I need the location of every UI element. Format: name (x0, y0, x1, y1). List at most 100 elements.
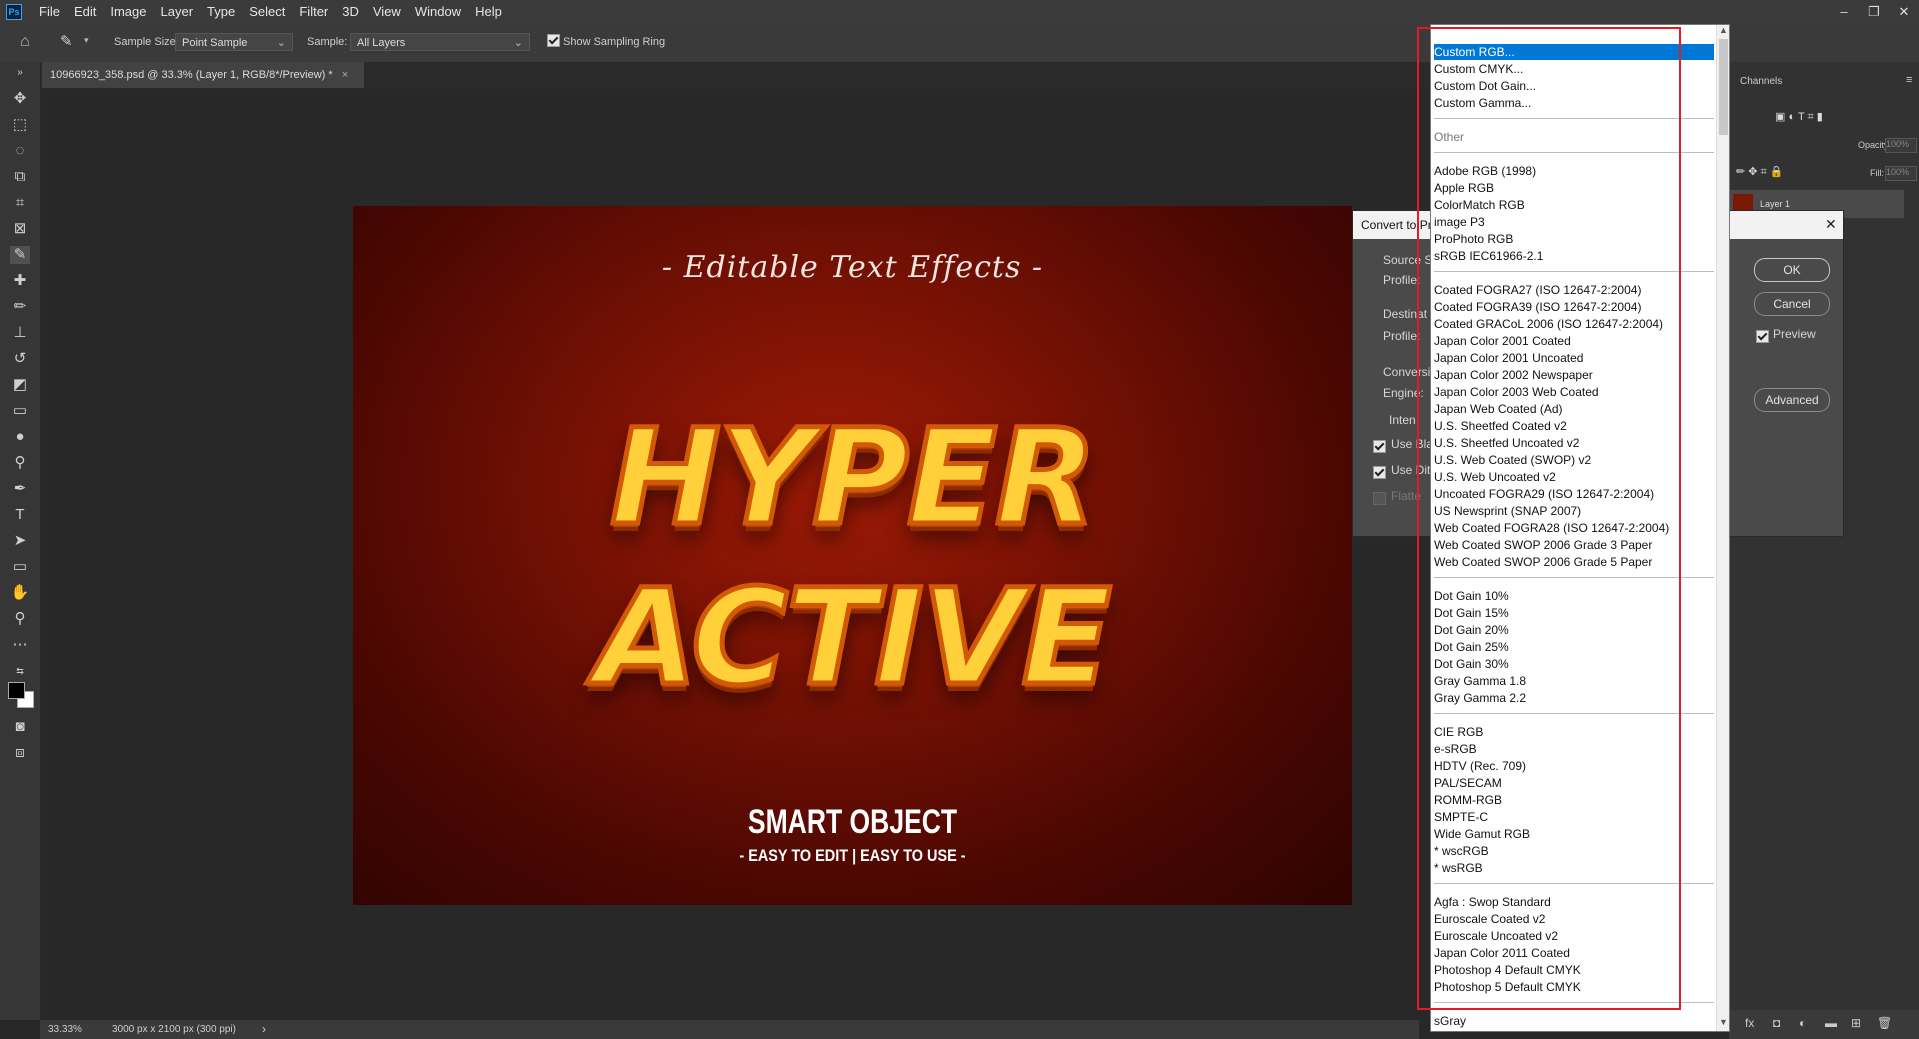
foreground-color-swatch[interactable] (8, 682, 25, 699)
restore-icon[interactable]: ❐ (1859, 0, 1889, 23)
lasso-tool-icon[interactable]: ◌ (10, 142, 30, 160)
window-controls: – ❐ ✕ (1829, 0, 1919, 23)
more-tools-icon[interactable]: ⋯ (10, 636, 30, 654)
swap-colors-icon[interactable]: ⇆ (10, 662, 30, 680)
sample-label: Sample: (307, 36, 348, 48)
new-layer-icon[interactable]: ⊞ (1851, 1016, 1861, 1030)
brush-tool-icon[interactable]: ✏ (10, 298, 30, 316)
document-tab[interactable]: 10966923_358.psd @ 33.3% (Layer 1, RGB/8… (42, 62, 364, 88)
profile-option[interactable]: sGray (1434, 1013, 1466, 1029)
preview-checkbox[interactable] (1756, 328, 1769, 346)
artwork-smart-object-title: SMART OBJECT (747, 803, 958, 841)
chevron-down-icon: ⌄ (276, 37, 286, 49)
right-panels: Channels ≡ ▣ ◐ T ⌗ ▮ Opacity: 100% ✏ ✥ ⌗… (1729, 62, 1919, 1020)
layers-panel-footer: fx ◘ ◐ ▬ ⊞ 🗑 (1729, 1010, 1919, 1039)
photoshop-logo-icon: Ps (6, 3, 22, 20)
artwork-headline-active: ACTIVE (593, 559, 1114, 718)
eyedropper-preset-icon[interactable]: ✎ (60, 32, 73, 50)
screen-mode-icon[interactable]: ⧈ (10, 744, 30, 762)
pen-tool-icon[interactable]: ✒ (10, 480, 30, 498)
marquee-tool-icon[interactable]: ⬚ (10, 116, 30, 134)
blur-tool-icon[interactable]: ● (10, 428, 30, 446)
clone-stamp-tool-icon[interactable]: ⊥ (10, 324, 30, 342)
close-window-icon[interactable]: ✕ (1889, 0, 1919, 23)
flatten-checkbox[interactable] (1373, 490, 1386, 508)
menu-filter[interactable]: Filter (292, 4, 335, 19)
zoom-level[interactable]: 33.33% (48, 1020, 82, 1039)
menu-window[interactable]: Window (408, 4, 468, 19)
dodge-tool-icon[interactable]: ⚲ (10, 454, 30, 472)
eraser-tool-icon[interactable]: ◩ (10, 376, 30, 394)
menu-bar: Ps File Edit Image Layer Type Select Fil… (0, 0, 1919, 23)
menu-layer[interactable]: Layer (154, 4, 201, 19)
opacity-field[interactable]: 100% (1885, 138, 1917, 153)
panel-menu-icon[interactable]: ≡ (1906, 74, 1912, 86)
path-selection-tool-icon[interactable]: ➤ (10, 532, 30, 550)
fx-icon[interactable]: fx (1745, 1016, 1754, 1030)
document-tab-title: 10966923_358.psd @ 33.3% (Layer 1, RGB/8… (50, 69, 333, 81)
menu-type[interactable]: Type (200, 4, 242, 19)
preview-label: Preview (1773, 327, 1816, 341)
show-sampling-ring-label: Show Sampling Ring (563, 36, 666, 48)
chevron-down-icon[interactable]: ▾ (84, 35, 89, 46)
scroll-thumb[interactable] (1719, 39, 1728, 135)
sample-select[interactable]: All Layers ⌄ (350, 33, 530, 51)
adjustment-layer-icon[interactable]: ◐ (1799, 1016, 1806, 1030)
layer-filter-icons: ▣ ◐ T ⌗ ▮ (1775, 111, 1823, 123)
eyedropper-tool-icon[interactable]: ✎ (10, 246, 30, 264)
cancel-button[interactable]: Cancel (1754, 292, 1830, 316)
hand-tool-icon[interactable]: ✋ (10, 584, 30, 602)
menu-help[interactable]: Help (468, 4, 509, 19)
status-bar: 33.33% 3000 px x 2100 px (300 ppi) › (40, 1020, 1419, 1039)
object-selection-tool-icon[interactable]: ⧉ (10, 168, 30, 186)
artwork-headline-hyper: HYPER (608, 399, 1100, 558)
expand-toolbar-icon[interactable]: » (10, 64, 30, 82)
history-brush-tool-icon[interactable]: ↺ (10, 350, 30, 368)
canvas-artwork[interactable]: - Editable Text Effects - HYPER ACTIVE S… (353, 206, 1352, 905)
use-dither-checkbox[interactable] (1373, 464, 1386, 482)
menu-image[interactable]: Image (103, 4, 153, 19)
dropdown-scrollbar[interactable]: ▲ ▼ (1716, 25, 1729, 1031)
scroll-up-icon[interactable]: ▲ (1719, 25, 1728, 35)
delete-layer-icon[interactable]: 🗑 (1877, 1016, 1892, 1030)
type-tool-icon[interactable]: T (10, 506, 30, 524)
new-group-icon[interactable]: ▬ (1825, 1016, 1837, 1030)
menu-file[interactable]: File (32, 4, 67, 19)
channels-tab[interactable]: Channels (1740, 76, 1782, 87)
use-black-point-checkbox[interactable] (1373, 438, 1386, 456)
show-sampling-ring-checkbox[interactable] (547, 34, 560, 47)
gradient-tool-icon[interactable]: ▭ (10, 402, 30, 420)
intent-label: Inten (1389, 413, 1416, 427)
quick-mask-icon[interactable]: ◙ (10, 718, 30, 736)
ok-button[interactable]: OK (1754, 258, 1830, 282)
layer-name: Layer 1 (1760, 199, 1791, 209)
fill-field[interactable]: 100% (1885, 166, 1917, 181)
home-icon[interactable]: ⌂ (20, 33, 30, 51)
status-menu-arrow-icon[interactable]: › (262, 1020, 266, 1039)
annotation-highlight-box (1417, 27, 1681, 1010)
tools-panel: » ✥ ⬚ ◌ ⧉ ⌗ ⊠ ✎ ✚ ✏ ⊥ ↺ ◩ ▭ ● ⚲ ✒ T ➤ ▭ … (0, 62, 41, 1020)
zoom-tool-icon[interactable]: ⚲ (10, 610, 30, 628)
menu-view[interactable]: View (366, 4, 408, 19)
sample-size-label: Sample Size: (114, 36, 179, 48)
close-tab-icon[interactable]: × (342, 69, 348, 81)
sample-value: All Layers (357, 37, 406, 49)
scroll-down-icon[interactable]: ▼ (1719, 1017, 1728, 1027)
minimize-icon[interactable]: – (1829, 0, 1859, 23)
menu-3d[interactable]: 3D (335, 4, 366, 19)
chevron-down-icon: ⌄ (513, 37, 523, 49)
move-tool-icon[interactable]: ✥ (10, 90, 30, 108)
healing-brush-tool-icon[interactable]: ✚ (10, 272, 30, 290)
artwork-smart-object-subtitle: - EASY TO EDIT | EASY TO USE - (739, 846, 966, 865)
dialog-close-icon[interactable]: ✕ (1825, 216, 1837, 233)
crop-tool-icon[interactable]: ⌗ (10, 194, 30, 212)
source-profile-label: Profile: (1383, 273, 1421, 287)
rectangle-tool-icon[interactable]: ▭ (10, 558, 30, 576)
sample-size-select[interactable]: Point Sample ⌄ (175, 33, 293, 51)
menu-edit[interactable]: Edit (67, 4, 103, 19)
menu-select[interactable]: Select (242, 4, 292, 19)
sample-size-value: Point Sample (182, 37, 248, 49)
frame-tool-icon[interactable]: ⊠ (10, 220, 30, 238)
add-mask-icon[interactable]: ◘ (1773, 1016, 1780, 1030)
advanced-button[interactable]: Advanced (1754, 388, 1830, 412)
